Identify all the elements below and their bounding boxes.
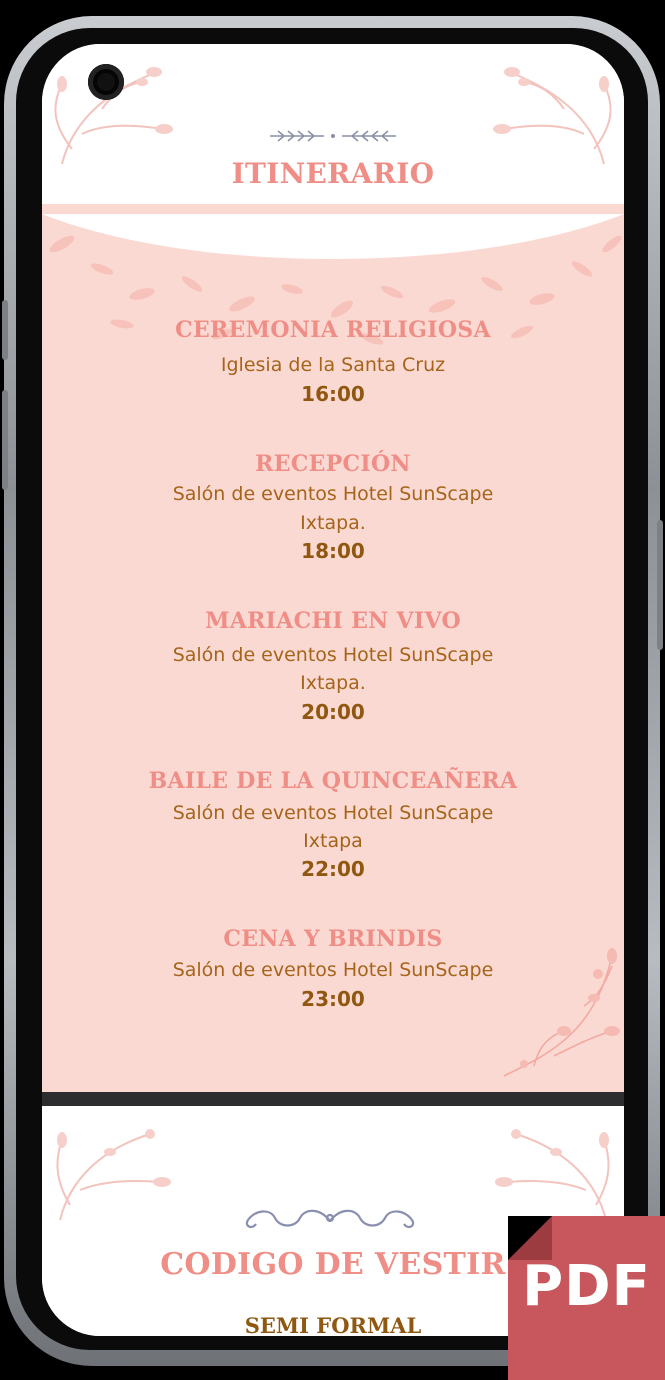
event-title: RECEPCIÓN [255,451,411,477]
event-place: Salón de eventos Hotel SunScape [172,802,494,824]
event-place: Ixtapa. [300,672,366,694]
floral-corner-icon [56,1129,171,1221]
event-title: CEREMONIA RELIGIOSA [175,317,491,343]
event-place: Ixtapa. [300,512,366,534]
page-title: ITINERARIO [231,157,435,190]
floral-corner-icon [495,1129,610,1221]
event-place: Iglesia de la Santa Cruz [220,354,446,376]
event-time: 22:00 [301,857,365,881]
event-place: Ixtapa [303,830,363,852]
volume-button [2,300,8,360]
camera-icon [88,64,124,100]
volume-button [2,390,8,490]
event-title: BAILE DE LA QUINCEAÑERA [148,768,518,794]
screen: ITINERARIO CEREMONIA RELIGIOSA Iglesia d… [42,44,624,1336]
phone-mockup: ITINERARIO CEREMONIA RELIGIOSA Iglesia d… [0,0,665,1380]
power-button [657,520,663,650]
event-place: Salón de eventos Hotel SunScape [172,644,494,666]
arrow-divider-icon [270,130,396,142]
event-time: 16:00 [301,382,365,406]
pdf-label: PDF [522,1254,651,1319]
floral-branch-icon [503,948,620,1077]
ornament-divider-icon [245,1209,415,1229]
event-title: MARIACHI EN VIVO [205,608,461,634]
event-time: 20:00 [301,700,365,724]
section-divider [42,1092,624,1106]
event-time: 18:00 [301,539,365,563]
event-place: Salón de eventos Hotel SunScape [172,483,494,505]
